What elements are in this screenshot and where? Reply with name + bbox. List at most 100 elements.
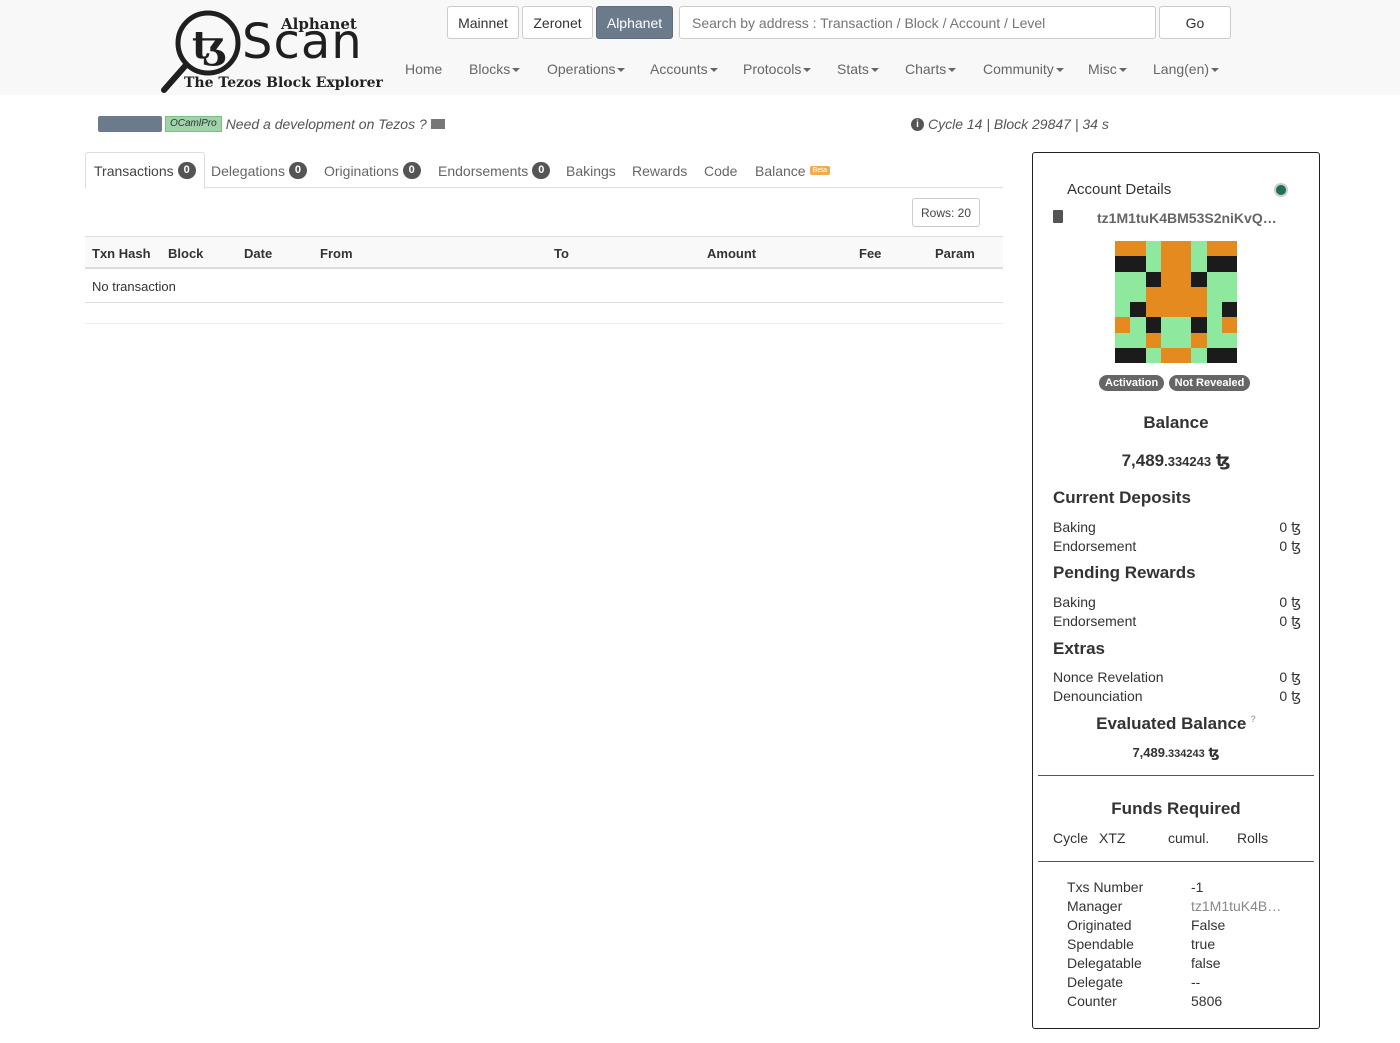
delegate-value: -- [1191,974,1201,990]
identicon-cell [1145,271,1161,287]
nav-protocols[interactable]: Protocols [743,61,812,77]
empty-table-message: No transaction [92,279,176,294]
logo[interactable]: ꜩ Alphanet Scan The Tezos Block Explorer [160,8,383,96]
evaluated-balance-label: Evaluated Balance [1096,714,1247,733]
identicon-cell [1221,317,1237,333]
originated-label: Originated [1067,917,1132,933]
identicon-cell [1206,286,1222,302]
tab-endorsements-label: Endorsements [438,162,529,179]
nav-protocols-label: Protocols [743,61,802,77]
clipboard-icon[interactable] [1053,210,1063,223]
nav-blocks-label: Blocks [469,61,511,77]
go-button[interactable]: Go [1159,6,1231,39]
nav-misc[interactable]: Misc [1088,61,1127,77]
svg-text:ꜩ: ꜩ [192,22,227,67]
search-input[interactable] [679,6,1156,39]
identicon-cell [1206,256,1222,272]
identicon-cell [1176,286,1192,302]
identicon-cell [1191,256,1207,272]
balance-value: 7,489.334243 ꜩ [1033,451,1319,471]
tab-endorsements-count: 0 [532,162,551,179]
identicon-cell [1160,241,1176,257]
nav-accounts[interactable]: Accounts [650,61,718,77]
identicon-cell [1191,302,1207,318]
tab-originations[interactable]: Originations 0 [324,152,421,189]
network-zeronet-button[interactable]: Zeronet [522,6,593,39]
nav-lang-label: Lang(en) [1153,61,1210,77]
rows-per-page-button[interactable]: Rows: 20 [912,198,980,227]
identicon-cell [1145,241,1161,257]
column-header: Amount [707,246,757,261]
nav-operations[interactable]: Operations [547,61,626,77]
caret-down-icon [1211,68,1220,73]
divider [85,323,1003,324]
account-tags: Activation Not Revealed [1099,373,1251,391]
balance-title: Balance [1143,413,1209,432]
identicon-cell [1176,241,1192,257]
identicon-cell [1160,347,1176,363]
nav-stats[interactable]: Stats [837,61,879,77]
account-details-title: Account Details [1067,181,1172,198]
tez-icon: ꜩ [1215,451,1231,470]
network-alphanet-button[interactable]: Alphanet [596,6,673,39]
nav-misc-label: Misc [1088,61,1117,77]
column-header: Txn Hash [92,246,151,261]
identicon-cell [1130,317,1146,333]
identicon-cell [1206,332,1222,348]
identicon-cell [1221,271,1237,287]
nav-blocks[interactable]: Blocks [469,61,521,77]
nav-operations-label: Operations [547,61,616,77]
tab-rewards[interactable]: Rewards [632,152,687,189]
account-address[interactable]: tz1M1tuK4BM53S2niKvQ… [1097,210,1277,226]
rss-icon[interactable] [1274,183,1288,197]
tab-originations-count: 0 [402,162,421,179]
nav-community[interactable]: Community [983,61,1064,77]
identicon-cell [1191,286,1207,302]
nav-community-label: Community [983,61,1054,77]
column-header: From [320,246,353,261]
identicon-cell [1191,241,1207,257]
nav-home[interactable]: Home [405,61,442,77]
identicon-cell [1221,302,1237,318]
tab-bakings[interactable]: Bakings [566,152,616,189]
tab-delegations[interactable]: Delegations 0 [211,152,307,189]
tab-balance[interactable]: Balance Beta [755,152,830,189]
manager-label: Manager [1067,898,1123,914]
identicon-cell [1221,286,1237,302]
tab-transactions[interactable]: Transactions 0 [85,152,205,189]
tab-delegations-label: Delegations [211,162,285,179]
network-mainnet-button[interactable]: Mainnet [447,6,519,39]
chain-status-text: Cycle 14 | Block 29847 | 34 s [928,116,1109,132]
evaluated-balance-value: 7,489.334243 ꜩ [1033,745,1319,761]
manager-link[interactable]: tz1M1tuK4B… [1191,898,1281,914]
funds-column-cycle: Cycle [1053,830,1089,846]
column-header: Block [168,246,204,261]
header: ꜩ Alphanet Scan The Tezos Block Explorer… [0,0,1400,95]
identicon-cell [1130,256,1146,272]
tab-transactions-label: Transactions [94,162,174,179]
funds-column-cumul: cumul. [1168,830,1210,846]
divider [1038,775,1314,776]
nav-lang[interactable]: Lang(en) [1153,61,1220,77]
logo-tagline: The Tezos Block Explorer [184,75,383,91]
nav-charts-label: Charts [905,61,947,77]
help-icon[interactable]: ? [1250,714,1256,724]
caret-down-icon [617,68,626,73]
identicon-cell [1145,332,1161,348]
reward-endorsement-value: 0 ꜩ [1279,613,1301,629]
identicon-cell [1176,317,1192,333]
tab-endorsements[interactable]: Endorsements 0 [438,152,551,189]
transactions-table: Txn Hash Block Date From To Amount Fee P… [85,236,1003,303]
deposit-baking-label: Baking [1053,519,1096,535]
column-header: Param [935,246,975,261]
txs-number-label: Txs Number [1067,879,1144,895]
tez-icon: ꜩ [1208,745,1220,760]
nav-charts[interactable]: Charts [905,61,957,77]
funds-column-xtz: XTZ [1099,830,1126,846]
promo-text: Need a development on Tezos ? [225,116,427,132]
identicon-cell [1176,302,1192,318]
identicon-cell [1130,241,1146,257]
identicon-cell [1145,347,1161,363]
promo-banner[interactable]: OCamlPro Need a development on Tezos ? [98,116,445,132]
tab-code[interactable]: Code [704,152,737,189]
